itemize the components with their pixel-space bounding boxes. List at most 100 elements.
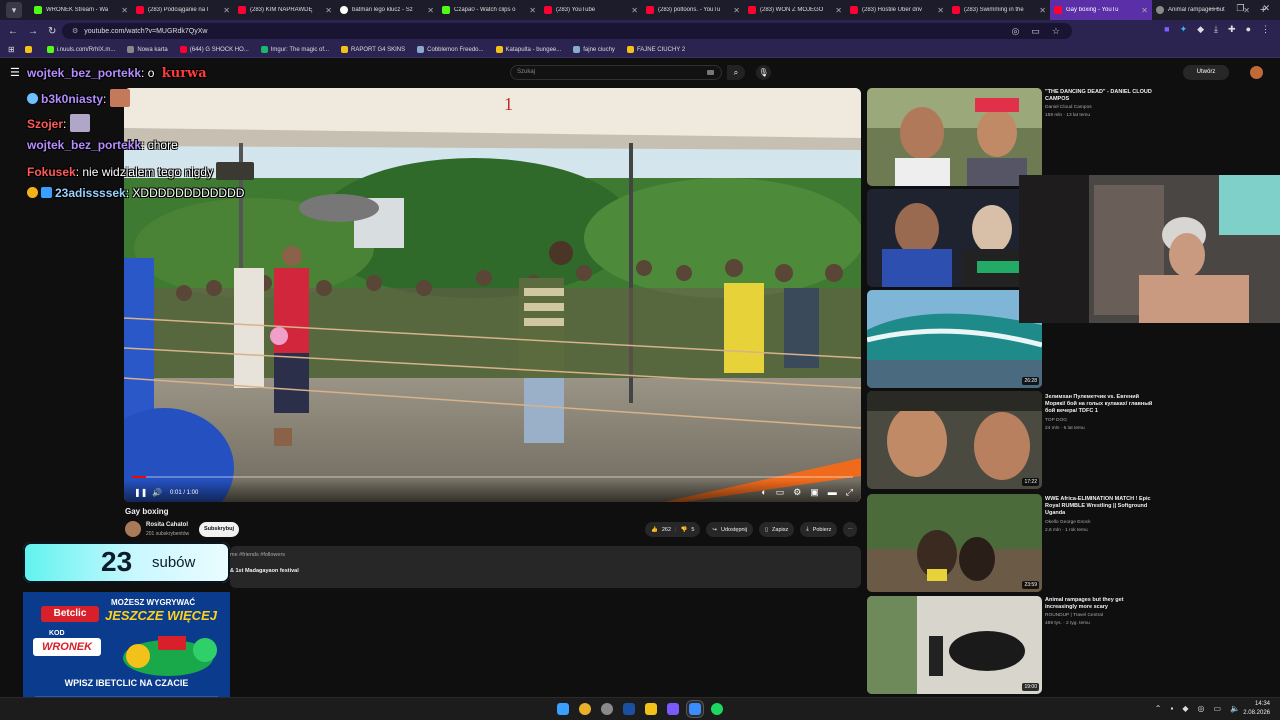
- chrome-icon[interactable]: [579, 703, 591, 715]
- recommendation-thumbnail[interactable]: [867, 88, 1042, 186]
- user-avatar[interactable]: [1250, 66, 1263, 79]
- bookmark-item[interactable]: fajne ciuchy: [573, 46, 615, 53]
- bookmark-item[interactable]: Cobblemon Freedo...: [417, 46, 484, 53]
- more-actions-button[interactable]: ⋯: [843, 522, 857, 537]
- clock[interactable]: 14:34 2.08.2026: [1243, 700, 1270, 718]
- browser-tab[interactable]: batman lego klucz - Sz ✕: [336, 0, 438, 20]
- miniplayer-icon[interactable]: ▣: [810, 487, 819, 498]
- chevron-up-icon[interactable]: ⌃: [1155, 704, 1162, 713]
- download-button[interactable]: ⤓ Pobierz: [800, 522, 838, 537]
- google-lens-icon[interactable]: ◎: [1012, 26, 1020, 37]
- browser-tab[interactable]: (283) KIM NAPRAWDĘ ✕: [234, 0, 336, 20]
- network-icon[interactable]: ▭: [1213, 704, 1221, 713]
- steam-icon[interactable]: [623, 703, 635, 715]
- apps-grid-icon[interactable]: ⊞: [8, 45, 15, 54]
- recommendation-thumbnail[interactable]: 19:00: [867, 596, 1042, 694]
- video-player[interactable]: 1 ❚❚ 🔊 0:01 / 1:00 ◐ ▭ ⚙ ▣ ▬ ⤢: [124, 88, 861, 502]
- fullscreen-icon[interactable]: ⤢: [846, 487, 853, 498]
- bookmark-item[interactable]: RAPORT G4 SKINS: [341, 46, 405, 53]
- theater-icon[interactable]: ▬: [828, 487, 837, 498]
- pause-icon[interactable]: ❚❚: [134, 488, 147, 497]
- rec-title[interactable]: Зелимхан Пулеметчик vs. Евгений Морякі/ …: [1045, 394, 1157, 415]
- subtitles-icon[interactable]: ▭: [776, 487, 785, 498]
- address-bar[interactable]: ⚙ youtube.com/watch?v=MUGRdk7QyXw ◎ ▭ ☆: [62, 23, 1072, 39]
- bookmark-star-icon[interactable]: ☆: [1052, 26, 1060, 37]
- close-tab-icon[interactable]: ✕: [631, 6, 638, 15]
- channel-name[interactable]: Rosita Cahatol: [146, 522, 188, 528]
- bookmark-item[interactable]: (644) G SHOCK HO...: [179, 46, 249, 53]
- app-icon[interactable]: [601, 703, 613, 715]
- autoplay-toggle-icon[interactable]: ◐: [761, 487, 766, 498]
- bookmark-item[interactable]: Katapulta - bungee...: [495, 46, 561, 53]
- thumbs-down-icon[interactable]: 👎: [680, 527, 687, 533]
- close-tab-icon[interactable]: ✕: [427, 6, 434, 15]
- volume-icon[interactable]: 🔊: [152, 488, 162, 497]
- close-tab-icon[interactable]: ✕: [835, 6, 842, 15]
- close-window-icon[interactable]: ✕: [1262, 3, 1270, 14]
- recommendation-thumbnail[interactable]: 17:22: [867, 391, 1042, 489]
- menu-icon[interactable]: ⋮: [1261, 24, 1270, 35]
- browser-tab[interactable]: Czapa0 - Watch clips o ✕: [438, 0, 540, 20]
- tray-app-icon[interactable]: ▪: [1170, 704, 1173, 713]
- recommendation-thumbnail[interactable]: [867, 189, 1042, 287]
- shield-icon[interactable]: ◆: [1197, 24, 1204, 35]
- start-icon[interactable]: [557, 703, 569, 715]
- browser-tab[interactable]: (283) Podciąganie na l ✕: [132, 0, 234, 20]
- close-tab-icon[interactable]: ✕: [325, 6, 332, 15]
- rec-title[interactable]: WWE Africa-ELIMINATION MATCH ! Epic Roya…: [1045, 496, 1157, 517]
- minimize-icon[interactable]: —: [1209, 3, 1218, 14]
- settings-gear-icon[interactable]: ⚙: [793, 487, 801, 498]
- active-app-icon[interactable]: [689, 703, 701, 715]
- bookmark-item[interactable]: FAJNE CIUCHY 2: [626, 46, 685, 53]
- bookmark-item[interactable]: Imgur: The magic of...: [260, 46, 329, 53]
- keyboard-icon[interactable]: [707, 70, 714, 75]
- close-tab-icon[interactable]: ✕: [529, 6, 536, 15]
- close-tab-icon[interactable]: ✕: [121, 6, 128, 15]
- extension-bird-icon[interactable]: ✦: [1180, 24, 1188, 35]
- close-tab-icon[interactable]: ✕: [937, 6, 944, 15]
- recommendation-thumbnail[interactable]: 26:28: [867, 290, 1042, 388]
- shield-tray-icon[interactable]: ◆: [1182, 704, 1188, 713]
- rec-title[interactable]: Animal rampages but they get increasingl…: [1045, 597, 1157, 611]
- bookmark-item[interactable]: [24, 46, 35, 53]
- create-button[interactable]: Utwórz: [1183, 65, 1229, 80]
- progress-bar[interactable]: [132, 476, 853, 478]
- extension-icon[interactable]: ■: [1164, 24, 1169, 35]
- browser-tab[interactable]: (283) Hostile Uber driv ✕: [846, 0, 948, 20]
- browser-tab[interactable]: WRONEK Stream - Wa ✕: [30, 0, 132, 20]
- forward-icon[interactable]: →: [28, 26, 38, 37]
- tab-search-icon[interactable]: ▾: [6, 2, 22, 18]
- search-button[interactable]: ⌕: [727, 65, 745, 80]
- spotify-icon[interactable]: [711, 703, 723, 715]
- channel-avatar[interactable]: [125, 521, 141, 537]
- puzzle-icon[interactable]: ✚: [1228, 24, 1236, 35]
- like-dislike-button[interactable]: 👍 262 | 👎 5: [645, 522, 701, 537]
- site-info-icon[interactable]: ⚙: [72, 27, 78, 35]
- close-tab-icon[interactable]: ✕: [223, 6, 230, 15]
- volume-tray-icon[interactable]: 🔈: [1230, 704, 1240, 713]
- browser-tab[interactable]: (283) WON Z MOJEGO ✕: [744, 0, 846, 20]
- rec-title[interactable]: "THE DANCING DEAD" - DANIEL CLOUD CAMPOS: [1045, 89, 1157, 103]
- save-button[interactable]: ▯ Zapisz: [759, 522, 795, 537]
- maximize-icon[interactable]: ❐: [1236, 3, 1244, 14]
- subscribe-button[interactable]: Subskrybuj: [199, 522, 239, 537]
- hamburger-menu-icon[interactable]: ☰: [10, 66, 20, 79]
- share-button[interactable]: ↪ Udostępnij: [706, 522, 754, 537]
- browser-tab[interactable]: (283) YouTube ✕: [540, 0, 642, 20]
- recommendation-thumbnail[interactable]: 23:59: [867, 494, 1042, 592]
- description-box[interactable]: me #friends #followers & 1st Madagayaon …: [230, 546, 861, 588]
- profile-icon[interactable]: ●: [1246, 24, 1251, 35]
- browser-tab[interactable]: (283) poltoons. - YouTu ✕: [642, 0, 744, 20]
- bookmark-item[interactable]: i.nuuls.com/RrhlX.m...: [46, 46, 115, 53]
- cast-icon[interactable]: ▭: [1031, 26, 1040, 37]
- thumbs-up-icon[interactable]: 👍: [651, 527, 658, 533]
- close-tab-icon[interactable]: ✕: [733, 6, 740, 15]
- back-icon[interactable]: ←: [8, 26, 18, 37]
- globe-icon[interactable]: ◎: [1197, 704, 1204, 713]
- microphone-icon[interactable]: 🎙: [756, 65, 771, 80]
- discord-icon[interactable]: [667, 703, 679, 715]
- browser-tab[interactable]: (283) Swimming in the ✕: [948, 0, 1050, 20]
- close-tab-icon[interactable]: ✕: [1039, 6, 1046, 15]
- close-tab-icon[interactable]: ✕: [1141, 6, 1148, 15]
- download-icon[interactable]: ⤓: [1214, 24, 1218, 35]
